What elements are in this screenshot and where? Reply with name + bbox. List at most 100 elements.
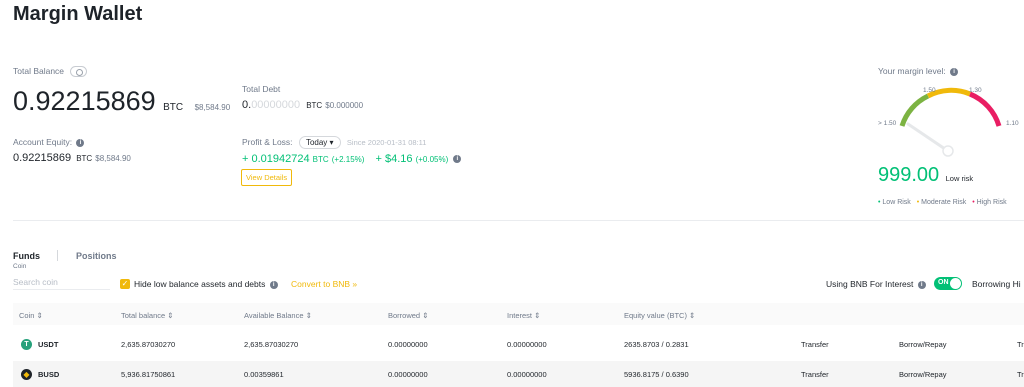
th-available-balance[interactable]: Available Balance ⇕ [244,311,312,320]
bnb-interest-label: Using BNB For Interest [826,279,914,289]
margin-level-gauge [899,87,1002,157]
convert-bnb-link[interactable]: Convert to BNB » [291,279,357,289]
legend-moderate: Moderate Risk [921,199,967,206]
th-borrowed-label: Borrowed [388,311,421,320]
total-balance-unit: BTC [163,102,184,113]
borrow-repay-link[interactable]: Borrow/Repay [899,340,947,349]
th-total-balance[interactable]: Total balance ⇕ [121,311,174,320]
margin-level-value-row: 999.00 Low risk [878,164,973,187]
eye-icon[interactable] [70,66,88,78]
check-icon: ✓ [121,279,129,288]
tab-funds[interactable]: Funds [13,251,40,261]
available-balance-cell: 0.00359861 [244,370,284,379]
coin-name: USDT [38,340,59,349]
pl-btc-unit: BTC [312,155,329,164]
equity-value-cell: 5936.8175 / 0.6390 [624,370,689,379]
pl-section: Profit & Loss: Today ▾ Since 2020-01-31 … [242,136,426,149]
total-balance-cell: 2,635.87030270 [121,340,176,349]
total-debt-label: Total Debt [242,84,281,94]
tab-divider [57,250,58,261]
margin-legend: • Low Risk • Moderate Risk • High Risk [878,199,1007,206]
gauge-tick-150: 1.50 [923,87,936,94]
toggle-state: ON [938,279,949,286]
info-icon[interactable]: i [76,138,85,147]
pl-btc-value: + 0.01942724 [242,153,310,165]
bnb-interest-toggle[interactable]: ON [934,277,962,290]
th-equity-value[interactable]: Equity value (BTC) ⇕ [624,311,695,320]
sort-icon: ⇕ [167,311,174,320]
borrowing-history-link[interactable]: Borrowing Hi [972,279,1021,289]
info-icon[interactable]: i [950,67,959,76]
gauge-needle [906,122,950,153]
info-icon[interactable]: i [917,280,926,289]
search-underline [13,289,110,290]
info-icon[interactable]: i [269,280,278,289]
borrow-repay-link[interactable]: Borrow/Repay [899,370,947,379]
gauge-tick-130: 1.30 [969,87,982,94]
transfer-link[interactable]: Transfer [801,370,829,379]
th-equity-label: Equity value (BTC) [624,311,687,320]
th-coin-label: Coin [19,311,35,320]
coin-filter-label: Coin [13,263,27,270]
th-available-label: Available Balance [244,311,304,320]
interest-cell: 0.00000000 [507,370,547,379]
total-balance-section: Total Balance [13,66,88,78]
hide-low-balance-label: Hide low balance assets and debts [134,279,266,289]
page-title: Margin Wallet [13,3,143,25]
tab-positions[interactable]: Positions [76,251,117,261]
toggle-knob [950,278,961,289]
view-details-button[interactable]: View Details [241,169,293,186]
legend-dot-moderate: • [916,199,920,206]
gauge-needle-hub [942,145,954,157]
info-icon[interactable]: i [453,155,462,164]
pl-period-dropdown[interactable]: Today ▾ [298,136,341,149]
pl-period-value: Today [305,138,328,147]
pl-since: Since 2020-01-31 08:11 [346,138,427,147]
bnb-interest-row: Using BNB For Interest i [826,279,926,289]
caret-down-icon: ▾ [329,138,334,147]
sort-icon: ⇕ [305,311,312,320]
account-equity-section: Account Equity: i [13,137,85,147]
transfer-link[interactable]: Transfer [801,340,829,349]
th-interest[interactable]: Interest ⇕ [507,311,540,320]
pl-label: Profit & Loss: [242,137,293,147]
legend-low: Low Risk [882,199,911,206]
pl-usd-pct: (+0.05%) [415,155,449,164]
borrowed-cell: 0.00000000 [388,340,428,349]
gauge-tick-110: 1.10 [1006,120,1019,127]
margin-level-section: Your margin level: i [878,66,959,76]
margin-level-label: Your margin level: [878,66,946,76]
pl-values-row: + 0.01942724 BTC (+2.15%) + $4.16 (+0.05… [242,153,462,165]
search-input[interactable]: Search coin [13,277,58,287]
sort-icon: ⇕ [689,311,696,320]
th-borrowed[interactable]: Borrowed ⇕ [388,311,429,320]
busd-coin-icon: ◆ [21,369,32,380]
available-balance-cell: 2,635.87030270 [244,340,299,349]
account-equity-usd: $8,584.90 [95,154,131,163]
hide-low-balance-checkbox[interactable]: ✓ [120,279,130,289]
total-debt-value-row: 0.00000000 BTC $0.000000 [242,99,363,111]
total-balance-cell: 5,936.81750861 [121,370,176,379]
total-debt-value-decimals: 00000000 [251,99,301,111]
borrowed-cell: 0.00000000 [388,370,428,379]
total-debt-usd: $0.000000 [325,101,364,110]
legend-dot-low: • [878,199,881,206]
account-equity-label: Account Equity: [13,137,73,147]
total-balance-usd: $8,584.90 [194,103,231,112]
gauge-low-segment [899,93,930,127]
sort-icon: ⇕ [422,311,429,320]
total-balance-value-row: 0.92215869 BTC $8,584.90 [13,86,230,117]
gauge-tick-low: > 1.50 [878,120,897,127]
th-total-label: Total balance [121,311,166,320]
hide-low-balance-row: Hide low balance assets and debts i [134,279,278,289]
trade-link[interactable]: Tr [1017,370,1024,379]
total-debt-unit: BTC [306,101,323,110]
legend-high: High Risk [976,199,1007,206]
interest-cell: 0.00000000 [507,340,547,349]
trade-link[interactable]: Tr [1017,340,1024,349]
th-interest-label: Interest [507,311,533,320]
account-equity-value: 0.92215869 [13,152,72,164]
gauge-high-segment [968,91,1002,127]
total-balance-label: Total Balance [13,66,65,76]
th-coin[interactable]: Coin ⇕ [19,311,43,320]
